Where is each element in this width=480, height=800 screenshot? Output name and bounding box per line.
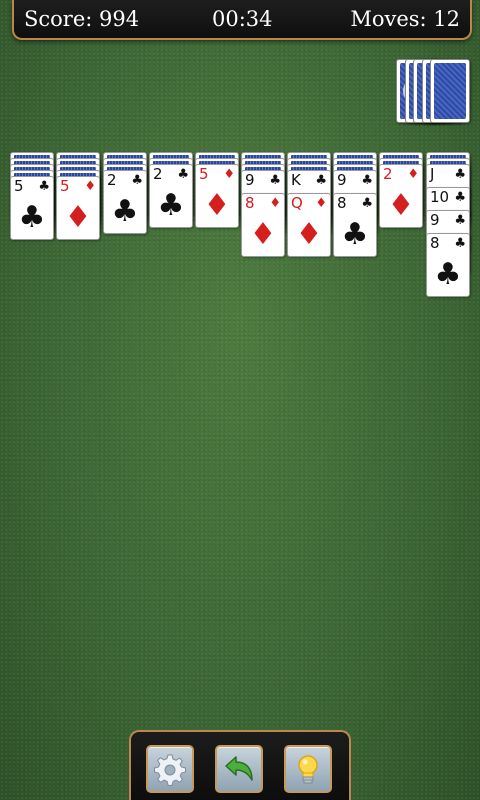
diamonds-icon: ♦: [249, 217, 277, 252]
timer-label: 00:34: [212, 7, 273, 31]
card-rank: 2: [107, 171, 117, 189]
clubs-icon: ♣: [434, 257, 462, 292]
diamonds-icon: ♦: [407, 167, 419, 182]
diamonds-icon: ♦: [203, 188, 231, 223]
clubs-icon: ♣: [157, 188, 185, 223]
card-rank: Q: [291, 194, 303, 212]
playing-card[interactable]: 5 ♣ ♣: [10, 176, 54, 240]
hint-button[interactable]: [284, 745, 332, 793]
clubs-icon: ♣: [38, 179, 50, 194]
card-rank: 2: [153, 165, 163, 183]
card-back: [434, 63, 466, 119]
clubs-icon: ♣: [315, 173, 327, 188]
clubs-icon: ♣: [131, 173, 143, 188]
playing-card[interactable]: 5 ♦ ♦: [195, 164, 239, 228]
bottom-toolbar: [129, 730, 351, 800]
settings-button[interactable]: [146, 745, 194, 793]
clubs-icon: ♣: [269, 173, 281, 188]
clubs-icon: ♣: [454, 167, 466, 182]
score-label: Score: 994: [24, 7, 140, 31]
status-bar: Score: 994 00:34 Moves: 12: [12, 0, 472, 40]
card-rank: 8: [430, 234, 440, 252]
card-rank: 5: [60, 177, 70, 195]
card-rank: 5: [14, 177, 24, 195]
card-rank: 10: [430, 188, 450, 206]
card-rank: 8: [337, 194, 347, 212]
diamonds-icon: ♦: [387, 188, 415, 223]
card-rank: 9: [245, 171, 255, 189]
playing-card[interactable]: 8 ♣ ♣: [333, 193, 377, 257]
moves-label: Moves: 12: [350, 7, 460, 31]
gear-icon: [154, 754, 186, 786]
card-rank: 8: [245, 194, 255, 212]
clubs-icon: ♣: [454, 236, 466, 251]
lightbulb-icon: [298, 755, 318, 784]
stock-card[interactable]: [430, 59, 470, 123]
clubs-icon: ♣: [177, 167, 189, 182]
card-rank: K: [291, 171, 301, 189]
clubs-icon: ♣: [341, 217, 369, 252]
card-rank: 5: [199, 165, 209, 183]
clubs-icon: ♣: [454, 213, 466, 228]
diamonds-icon: ♦: [269, 196, 281, 211]
clubs-icon: ♣: [454, 190, 466, 205]
clubs-icon: ♣: [111, 194, 139, 229]
clubs-icon: ♣: [361, 173, 373, 188]
diamonds-icon: ♦: [295, 217, 323, 252]
undo-button[interactable]: [215, 745, 263, 793]
playing-card[interactable]: 5 ♦ ♦: [56, 176, 100, 240]
playing-card[interactable]: 2 ♣ ♣: [149, 164, 193, 228]
playing-card[interactable]: Q ♦ ♦: [287, 193, 331, 257]
diamonds-icon: ♦: [64, 200, 92, 235]
card-rank: 9: [430, 211, 440, 229]
playing-card[interactable]: 8 ♦ ♦: [241, 193, 285, 257]
undo-arrow-icon: [225, 756, 253, 781]
clubs-icon: ♣: [18, 200, 46, 235]
diamonds-icon: ♦: [315, 196, 327, 211]
card-rank: 2: [383, 165, 393, 183]
card-rank: 9: [337, 171, 347, 189]
diamonds-icon: ♦: [84, 179, 96, 194]
card-rank: J: [430, 165, 435, 183]
diamonds-icon: ♦: [223, 167, 235, 182]
playing-card[interactable]: 8 ♣ ♣: [426, 233, 470, 297]
playing-card[interactable]: 2 ♦ ♦: [379, 164, 423, 228]
playing-card[interactable]: 2 ♣ ♣: [103, 170, 147, 234]
clubs-icon: ♣: [361, 196, 373, 211]
